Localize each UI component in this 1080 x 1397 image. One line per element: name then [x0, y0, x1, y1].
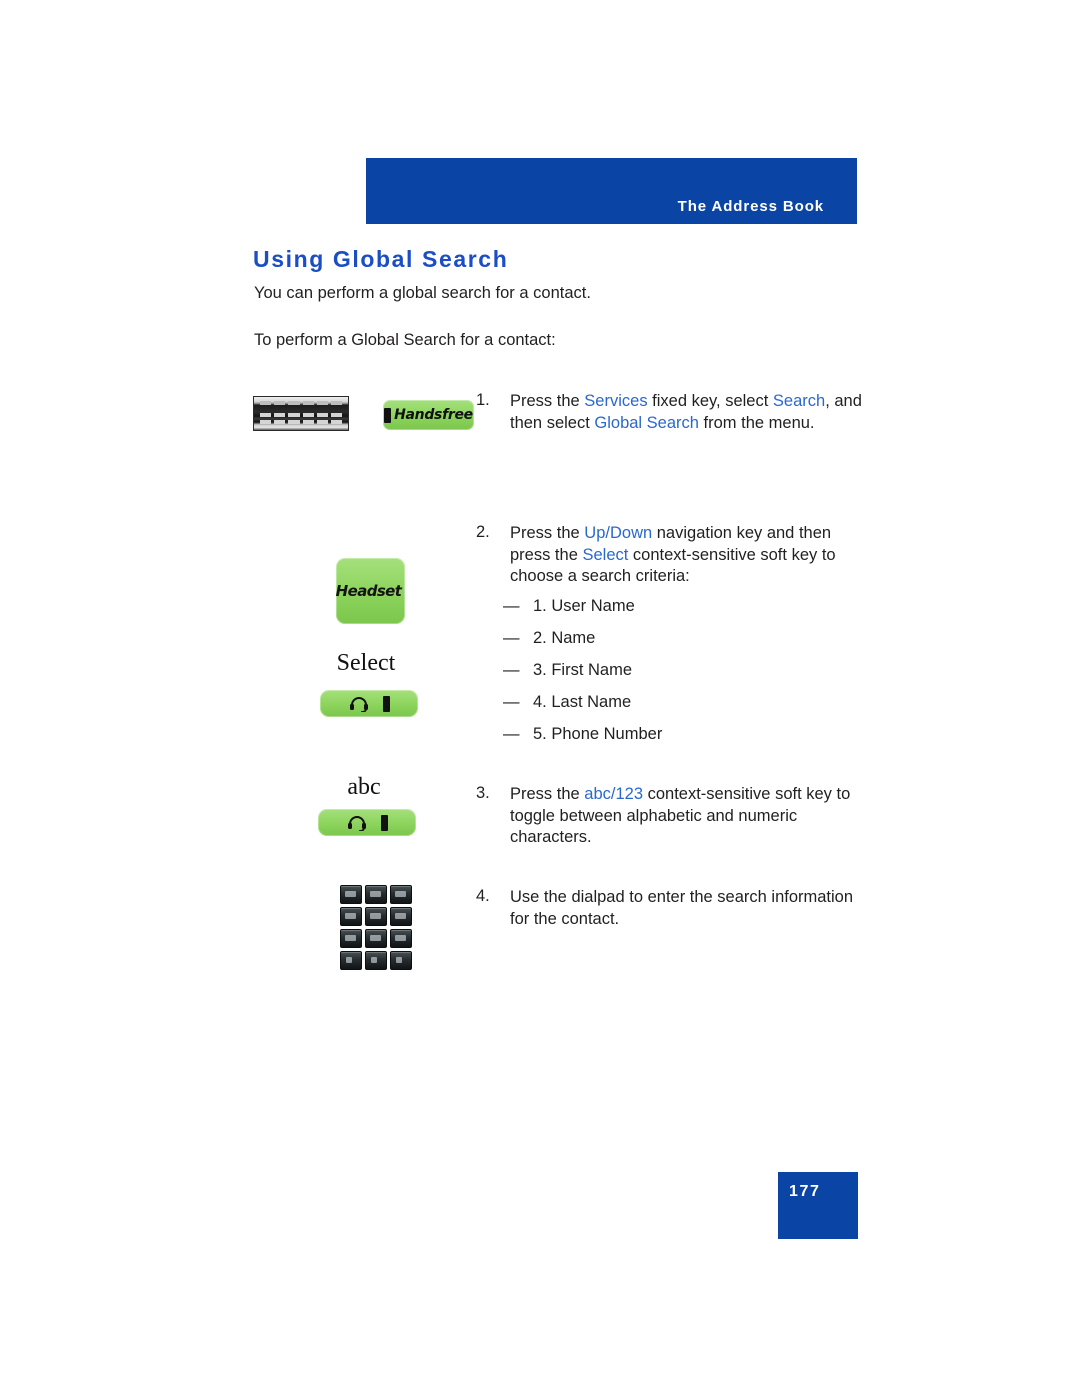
- dialpad-key: [365, 929, 387, 948]
- list-dash: —: [503, 725, 520, 743]
- step-text-run: Press the: [510, 785, 585, 803]
- abc-softkey-bar: [380, 814, 388, 831]
- dialpad-key: [365, 951, 387, 970]
- dialpad-key: [340, 951, 362, 970]
- dialpad-key: [340, 907, 362, 926]
- ui-term: Global Search: [594, 413, 699, 432]
- step-text-run: Use the dialpad to enter the search info…: [510, 888, 854, 928]
- select-softkey-caption: Select: [336, 650, 396, 676]
- abc-softkey-caption: abc: [347, 774, 381, 800]
- step-text-run: fixed key, select: [647, 392, 773, 410]
- dialpad-key: [390, 885, 412, 904]
- intro-paragraph-1: You can perform a global search for a co…: [254, 284, 591, 302]
- handsfree-key-label: Handsfree: [394, 407, 473, 423]
- step-number: 4.: [476, 887, 490, 905]
- handsfree-key-icon: Handsfree: [383, 400, 474, 430]
- step-text: Press the Up/Down navigation key and the…: [510, 523, 866, 588]
- dialpad-key: [390, 907, 412, 926]
- ui-term: Search: [772, 392, 826, 410]
- ui-term: abc/123: [584, 785, 644, 803]
- step-number: 2.: [476, 523, 490, 541]
- ui-term: Select: [582, 545, 629, 564]
- list-item: — 5. Phone Number: [503, 725, 843, 757]
- headset-key-icon: Headset: [336, 558, 405, 624]
- header-band-title: The Address Book: [677, 198, 824, 215]
- header-band: The Address Book: [366, 158, 857, 224]
- list-item-label: 3. First Name: [533, 661, 633, 679]
- dialpad-key: [390, 951, 412, 970]
- page-title: Using Global Search: [253, 246, 509, 272]
- step-text-run: Press the: [510, 392, 585, 410]
- list-item-label: 5. Phone Number: [533, 725, 663, 743]
- list-item-label: 1. User Name: [533, 597, 635, 615]
- list-item: — 3. First Name: [503, 661, 843, 693]
- step-text: Press the Services fixed key, select Sea…: [510, 391, 866, 434]
- headset-glyph-icon: [349, 696, 368, 712]
- list-item-label: 4. Last Name: [533, 693, 632, 711]
- list-dash: —: [503, 629, 520, 647]
- list-dash: —: [503, 693, 520, 711]
- step-number: 1.: [476, 391, 490, 409]
- page-number: 177: [789, 1183, 821, 1200]
- dialpad-key: [340, 929, 362, 948]
- list-item: — 1. User Name: [503, 597, 843, 629]
- headset-glyph-icon: [347, 815, 366, 831]
- headset-key-label: Headset: [335, 582, 402, 600]
- intro-paragraph-2: To perform a Global Search for a contact…: [254, 331, 556, 349]
- step-4: 4. Use the dialpad to enter the search i…: [476, 887, 866, 930]
- ui-term: Services: [584, 392, 648, 410]
- step-text: Press the abc/123 context-sensitive soft…: [510, 784, 866, 849]
- page-number-box: 177: [778, 1172, 858, 1239]
- list-dash: —: [503, 661, 520, 679]
- list-item-label: 2. Name: [533, 629, 596, 647]
- dialpad-key: [365, 885, 387, 904]
- step-number: 3.: [476, 784, 490, 802]
- ui-term: Up/Down: [584, 524, 653, 542]
- fixed-key-strip-icon: [253, 396, 349, 431]
- step-2: 2. Press the Up/Down navigation key and …: [476, 523, 866, 588]
- list-item: — 4. Last Name: [503, 693, 843, 725]
- search-criteria-list: — 1. User Name — 2. Name — 3. First Name…: [503, 597, 843, 757]
- list-dash: —: [503, 597, 520, 615]
- dialpad-key: [365, 907, 387, 926]
- select-softkey-bar: [382, 695, 390, 712]
- step-1: 1. Press the Services fixed key, select …: [476, 391, 866, 434]
- step-text-run: from the menu.: [698, 413, 815, 432]
- step-text: Use the dialpad to enter the search info…: [510, 887, 866, 930]
- step-3: 3. Press the abc/123 context-sensitive s…: [476, 784, 866, 849]
- abc-softkey-icon: [318, 809, 416, 836]
- dialpad-key: [390, 929, 412, 948]
- dialpad-icon: [340, 885, 412, 970]
- handsfree-indicator-bar: [384, 407, 392, 423]
- dialpad-key: [340, 885, 362, 904]
- list-item: — 2. Name: [503, 629, 843, 661]
- select-softkey-icon: [320, 690, 418, 717]
- step-text-run: Press the: [510, 524, 585, 542]
